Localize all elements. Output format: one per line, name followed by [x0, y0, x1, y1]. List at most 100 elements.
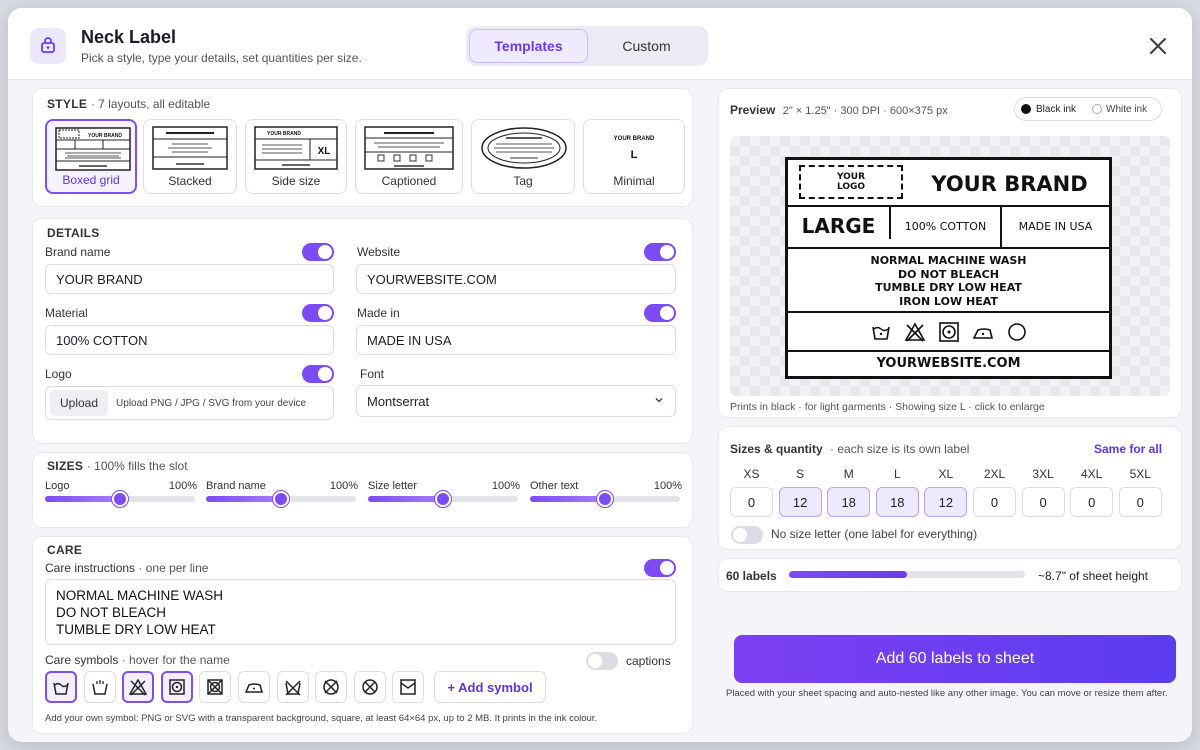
layout-side-size[interactable]: YOUR BRAND XL Side size [245, 119, 347, 194]
slider-label: Size letter [368, 480, 417, 492]
made-in-toggle[interactable] [644, 304, 676, 322]
brand-name-toggle[interactable] [302, 243, 334, 261]
cta-note: Placed with your sheet spacing and auto-… [726, 688, 1168, 699]
quantity-note: · each size is its own label [830, 442, 970, 456]
size-label: M [843, 467, 854, 481]
logo-placeholder-line: LOGO [836, 182, 866, 192]
size-label: S [796, 467, 805, 481]
label-size: LARGE [788, 207, 891, 239]
slider-fill [206, 496, 281, 502]
svg-text:YOUR BRAND: YOUR BRAND [88, 133, 122, 139]
white-ink-option[interactable]: White ink [1090, 104, 1161, 115]
captioned-thumbnail [364, 126, 454, 170]
upload-button[interactable]: Upload [50, 390, 109, 416]
tab-templates[interactable]: Templates [469, 29, 588, 63]
layout-label: Stacked [168, 174, 212, 188]
font-select-value: Montserrat [367, 393, 430, 409]
layout-tag[interactable]: Tag [471, 119, 575, 194]
ink-toggle: Black ink White ink [1014, 97, 1162, 121]
slider-thumb[interactable] [273, 491, 289, 507]
preview-meta: 2" × 1.25" · 300 DPI · 600×375 px [782, 105, 948, 117]
care-symbols-label: Care symbols [45, 653, 119, 667]
size-slider[interactable] [530, 491, 680, 507]
care-symbols-note: · hover for the name [121, 653, 230, 667]
size-quantity-input[interactable]: 18 [827, 487, 871, 517]
size-label: L [893, 467, 901, 481]
size-quantity-input[interactable]: 12 [924, 487, 968, 517]
label-website: YOURWEBSITE.COM [876, 356, 1021, 371]
layout-label: Side size [271, 174, 321, 188]
black-ink-label: Black ink [1036, 103, 1077, 115]
size-column: 2XL 0 [973, 467, 1016, 517]
neck-label-preview: YOUR LOGO YOUR BRAND LARGE 100% COTTON MA… [785, 157, 1112, 379]
style-note: · 7 layouts, all editable [90, 97, 211, 111]
care-symbol-button[interactable] [199, 671, 232, 703]
svg-text:XL: XL [318, 146, 331, 157]
style-section: STYLE · 7 layouts, all editable YOUR BRA… [32, 88, 693, 207]
care-instructions-note: · one per line [138, 561, 209, 575]
page-subtitle: Pick a style, type your details, set qua… [81, 51, 362, 65]
wash-tub-icon [53, 682, 69, 695]
size-quantity-input[interactable]: 0 [973, 487, 1016, 517]
close-icon[interactable] [1146, 34, 1170, 58]
care-instructions-textarea[interactable]: NORMAL MACHINE WASH DO NOT BLEACH TUMBLE… [45, 579, 676, 645]
size-quantity-input[interactable]: 0 [1070, 487, 1114, 517]
logo-placeholder-line: YOUR [836, 172, 866, 182]
care-symbol-button[interactable] [83, 671, 116, 703]
tab-custom[interactable]: Custom [588, 29, 705, 63]
size-quantity-input[interactable]: 18 [875, 487, 919, 517]
minimal-thumbnail: YOUR BRAND L [614, 136, 655, 161]
care-line: TUMBLE DRY LOW HEAT [56, 622, 216, 637]
size-quantity-input[interactable]: 0 [1021, 487, 1065, 517]
slider-thumb[interactable] [597, 491, 613, 507]
slider-thumb[interactable] [435, 491, 451, 507]
care-symbol-button[interactable] [45, 671, 77, 703]
slider-value: 100% [168, 480, 197, 492]
logo-toggle[interactable] [302, 365, 334, 383]
website-toggle[interactable] [644, 243, 676, 261]
care-symbol-button[interactable] [160, 671, 193, 703]
add-labels-button[interactable]: Add 60 labels to sheet [734, 635, 1176, 683]
care-symbol-button[interactable] [392, 671, 425, 703]
website-field[interactable]: YOURWEBSITE.COM [356, 264, 676, 294]
svg-text:YOUR BRAND: YOUR BRAND [614, 136, 655, 142]
size-slider[interactable] [45, 491, 195, 507]
layout-boxed-grid[interactable]: YOUR BRAND Boxed grid [45, 119, 137, 194]
logo-upload-field: Upload Upload PNG / JPG / SVG from your … [45, 386, 334, 420]
black-ink-option[interactable]: Black ink [1015, 104, 1090, 115]
font-select[interactable]: Montserrat [356, 385, 676, 417]
page-title: Neck Label [81, 27, 177, 47]
care-symbol-button[interactable] [122, 671, 155, 703]
material-field[interactable]: 100% COTTON [45, 325, 334, 355]
size-quantity-input[interactable]: 0 [1118, 487, 1162, 517]
care-instructions-toggle[interactable] [644, 559, 676, 577]
layout-stacked[interactable]: Stacked [143, 119, 237, 194]
size-quantity-input[interactable]: 0 [730, 487, 773, 517]
layout-minimal[interactable]: YOUR BRAND L Minimal [583, 119, 685, 194]
care-symbol-button[interactable] [238, 671, 270, 703]
care-symbol-button[interactable] [353, 671, 386, 703]
size-slider[interactable] [368, 491, 518, 507]
add-symbol-button[interactable]: + Add symbol [434, 671, 546, 703]
care-symbol-button[interactable] [315, 671, 348, 703]
sizes-section: SIZES · 100% fills the slot [32, 452, 693, 528]
tumble-dry-icon [169, 679, 185, 695]
mode-tabs: Templates Custom [466, 26, 708, 66]
brand-name-field[interactable]: YOUR BRAND [45, 264, 334, 294]
slider-thumb[interactable] [112, 491, 128, 507]
material-toggle[interactable] [302, 304, 334, 322]
care-symbol-button[interactable] [276, 671, 309, 703]
size-quantity-input[interactable]: 12 [778, 487, 822, 517]
no-size-letter-toggle[interactable] [731, 526, 763, 544]
size-slider[interactable] [206, 491, 356, 507]
layout-captioned[interactable]: Captioned [355, 119, 463, 194]
preview-title: Preview [730, 103, 776, 117]
details-title: DETAILS [47, 226, 100, 240]
captions-toggle[interactable] [586, 652, 618, 670]
slider-fill [45, 496, 120, 502]
same-for-all-link[interactable]: Same for all [1094, 442, 1162, 456]
made-in-field[interactable]: MADE IN USA [356, 325, 676, 355]
stacked-thumbnail [152, 126, 228, 170]
care-symbol-hint: Add your own symbol: PNG or SVG with a t… [45, 713, 598, 724]
do-not-wash-icon [284, 680, 301, 696]
